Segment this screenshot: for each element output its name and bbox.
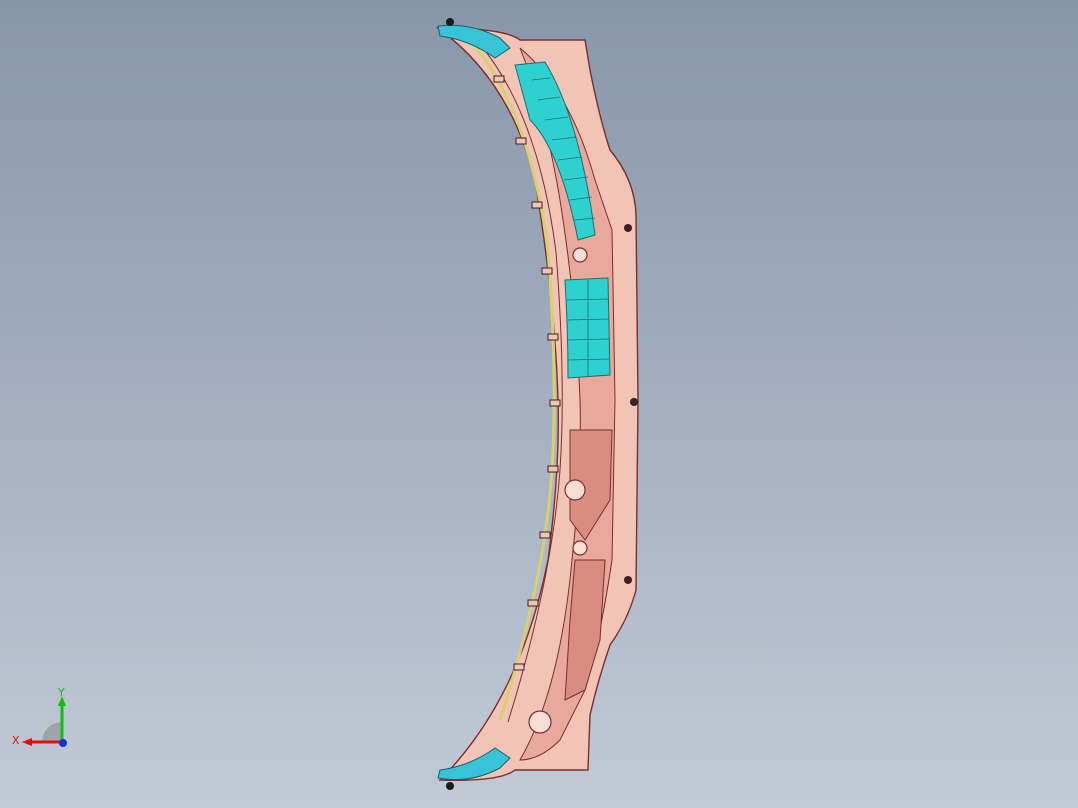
mount-hole-lower xyxy=(528,710,552,734)
triad-quadrant xyxy=(42,722,62,742)
mount-hole-upper xyxy=(572,247,588,263)
mount-hole-mid xyxy=(572,540,588,556)
triad-y-label: Y xyxy=(57,686,65,699)
bolt-right-1 xyxy=(624,224,632,232)
end-cap-bottom-pin xyxy=(446,782,454,790)
vent-grille-lower xyxy=(564,277,611,379)
bolt-right-3 xyxy=(624,576,632,584)
graphics-viewport[interactable]: Y X xyxy=(0,0,1078,808)
bolt-right-2 xyxy=(630,398,638,406)
cowl-panel-model[interactable] xyxy=(0,0,1078,808)
end-cap-top-pin xyxy=(446,18,454,26)
axis-triad: Y X xyxy=(12,686,67,747)
triad-x-label: X xyxy=(12,734,20,747)
triad-x-arrow xyxy=(22,738,32,746)
mount-hole-center xyxy=(564,479,586,501)
triad-z-axis xyxy=(59,739,67,747)
